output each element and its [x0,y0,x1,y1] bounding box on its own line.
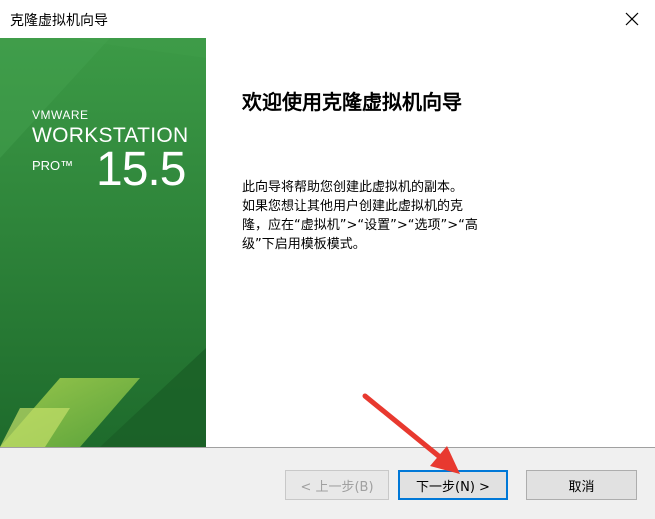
description-line: 隆，应在“虚拟机”>“设置”>“选项”>“高 [242,218,478,233]
wizard-content: 欢迎使用克隆虚拟机向导 此向导将帮助您创建此虚拟机的副本。 如果您想让其他用户创… [206,38,655,447]
back-button[interactable]: < 上一步(B) [285,470,389,500]
title-bar: 克隆虚拟机向导 [0,0,655,38]
close-icon [625,12,639,26]
close-button[interactable] [619,6,645,32]
product-logo: VMWARE WORKSTATION PRO™ 15.5 [32,108,189,196]
edition-label: PRO™ [32,158,74,173]
wizard-heading: 欢迎使用克隆虚拟机向导 [242,90,462,114]
product-banner: VMWARE WORKSTATION PRO™ 15.5 [0,38,206,447]
vendor-name: VMWARE [32,108,89,122]
button-bar: < 上一步(B) 下一步(N) > 取消 [0,448,655,519]
next-button[interactable]: 下一步(N) > [398,470,508,500]
description-line: 级”下启用模板模式。 [242,237,366,252]
wizard-description: 此向导将帮助您创建此虚拟机的副本。 如果您想让其他用户创建此虚拟机的克 隆，应在… [242,178,502,254]
description-line: 如果您想让其他用户创建此虚拟机的克 [242,199,464,214]
cancel-button[interactable]: 取消 [526,470,637,500]
version-number: 15.5 [96,143,186,196]
window-title: 克隆虚拟机向导 [10,13,108,29]
description-line: 此向导将帮助您创建此虚拟机的副本。 [242,180,464,195]
banner-graphic [0,38,206,447]
